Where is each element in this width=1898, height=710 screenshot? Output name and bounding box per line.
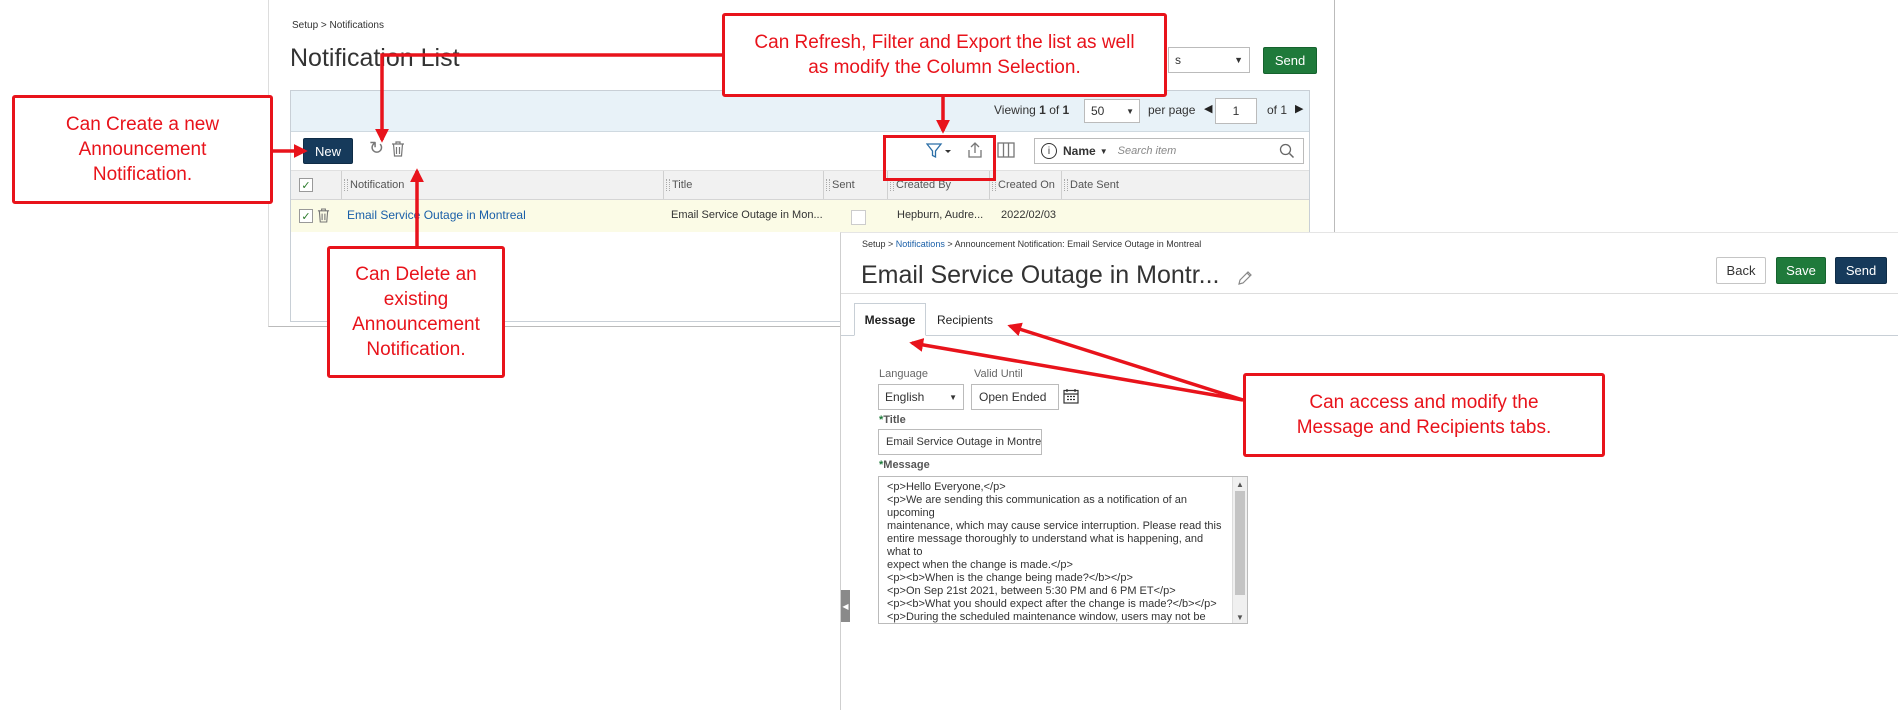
arrow-recipients-tab xyxy=(1007,322,1244,402)
arrow-message-tab xyxy=(909,338,1244,402)
annotation-arrows xyxy=(273,53,1244,402)
arrow-refresh xyxy=(375,53,722,143)
